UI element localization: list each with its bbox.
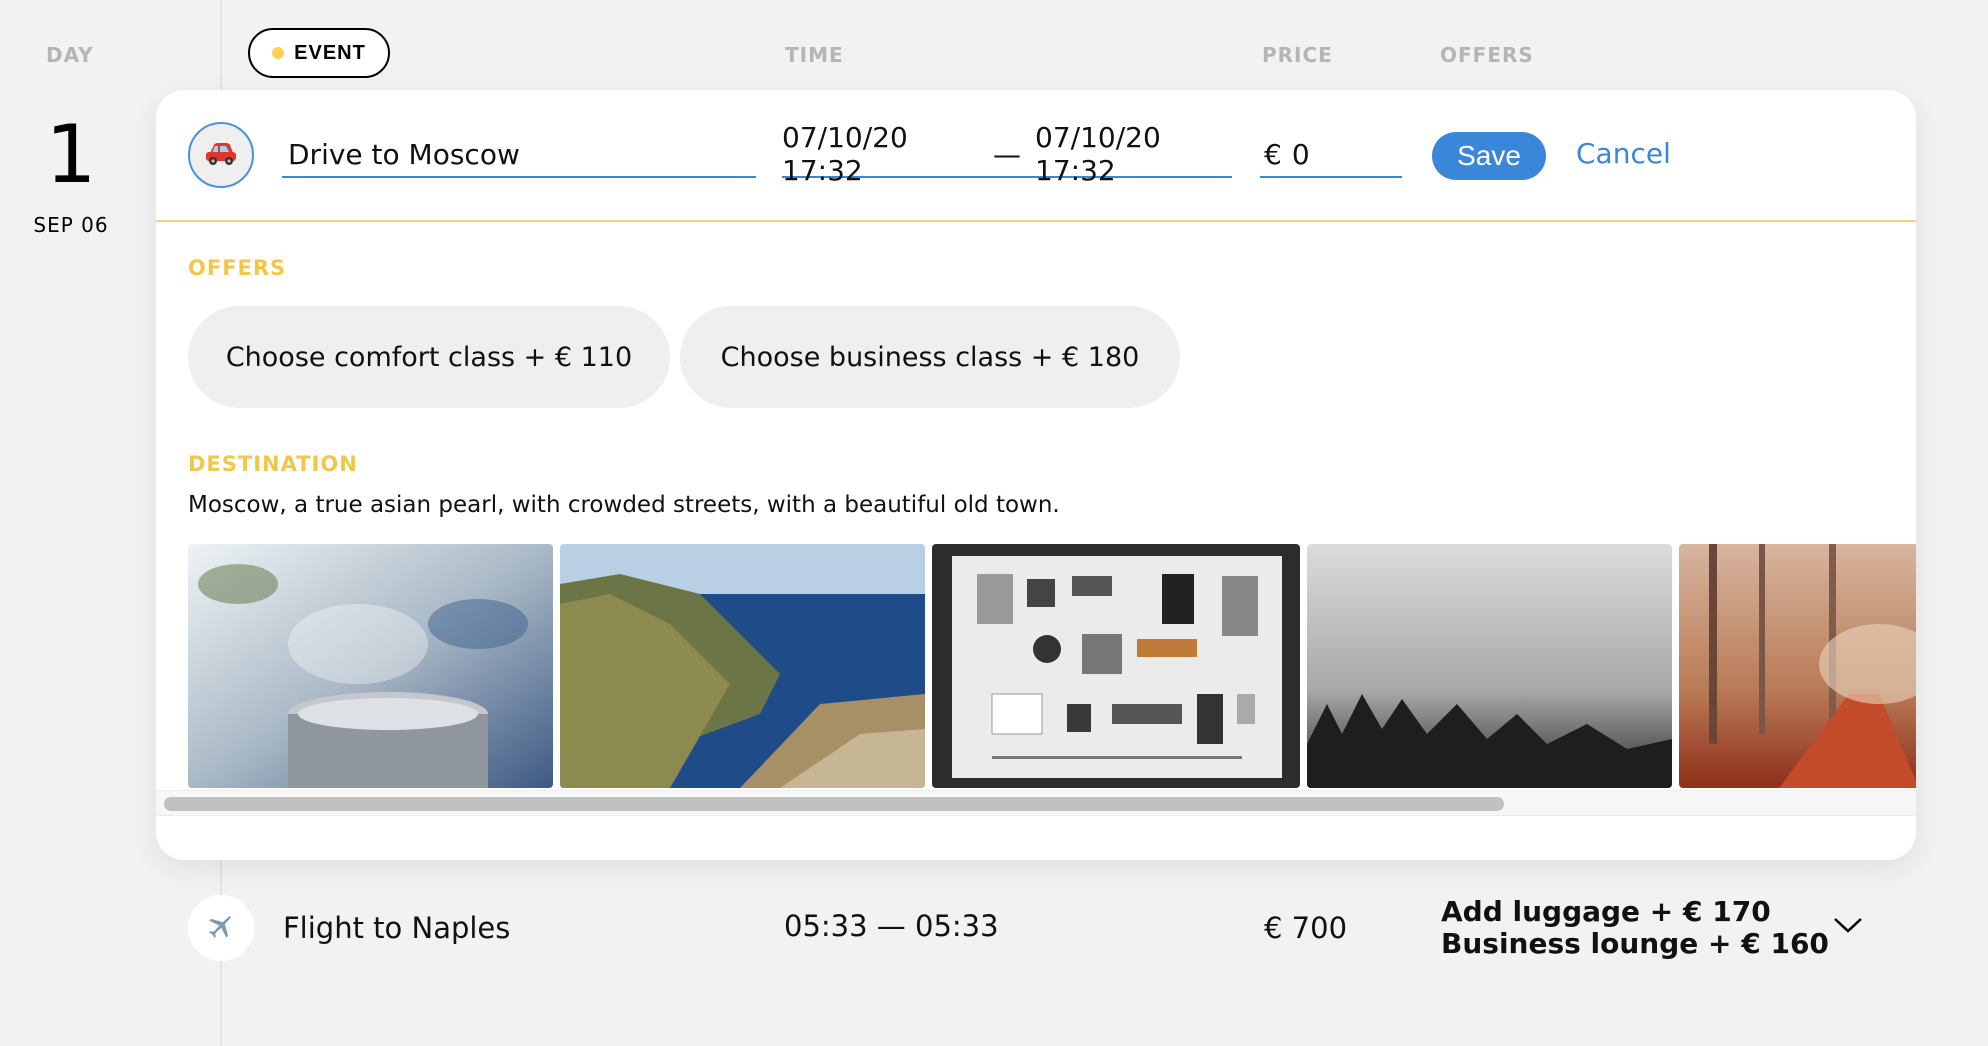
cancel-button[interactable]: Cancel xyxy=(1576,137,1671,170)
destination-input[interactable]: Drive to Moscow xyxy=(282,132,756,178)
airplane-icon xyxy=(206,911,236,945)
event-time: 05:33 — 05:33 xyxy=(784,909,999,943)
price-currency: € xyxy=(1264,137,1282,171)
header-event-label: EVENT xyxy=(294,41,366,64)
header-day: DAY xyxy=(46,43,94,67)
header-offers: OFFERS xyxy=(1440,43,1534,67)
event-type-icon xyxy=(188,895,254,961)
price-input[interactable]: € 0 xyxy=(1260,132,1402,178)
steaming-cup-photo xyxy=(188,544,553,788)
form-divider xyxy=(156,220,1916,222)
autumn-forest-path-photo xyxy=(1679,544,1916,788)
active-dot-icon xyxy=(272,47,285,59)
camera-parts-flatlay-photo xyxy=(932,544,1300,788)
sort-event-button[interactable]: EVENT xyxy=(248,28,390,78)
car-icon xyxy=(204,141,238,170)
chevron-down-icon xyxy=(1833,916,1863,937)
time-separator: — xyxy=(993,137,1021,171)
day-date: SEP 06 xyxy=(33,213,109,237)
event-offer-item: Add luggage + € 170 xyxy=(1441,895,1771,928)
price-value: 0 xyxy=(1291,137,1310,171)
offers-section-title: OFFERS xyxy=(188,256,287,280)
destination-section-title: DESTINATION xyxy=(188,452,358,476)
foggy-forest-photo xyxy=(1307,544,1672,788)
time-range-input[interactable]: 07/10/20 17:32 — 07/10/20 17:32 xyxy=(782,121,1232,187)
end-time-value[interactable]: 07/10/20 17:32 xyxy=(1035,121,1232,187)
header-price[interactable]: PRICE xyxy=(1262,43,1333,67)
start-time-value[interactable]: 07/10/20 17:32 xyxy=(782,121,979,187)
event-edit-form: Drive to Moscow 07/10/20 17:32 — 07/10/2… xyxy=(156,90,1916,860)
destination-description: Moscow, a true asian pearl, with crowded… xyxy=(188,492,1060,518)
offer-chip[interactable]: Choose business class + € 180 xyxy=(680,306,1180,408)
header-time[interactable]: TIME xyxy=(785,43,844,67)
photos-scrollbar-thumb[interactable] xyxy=(164,797,1504,811)
event-title: Flight to Naples xyxy=(283,911,511,945)
event-offer-item: Business lounge + € 160 xyxy=(1441,927,1829,960)
event-offers: Add luggage + € 170 Business lounge + € … xyxy=(1441,896,1829,960)
expand-event-button[interactable] xyxy=(1830,908,1866,944)
destination-value: Drive to Moscow xyxy=(288,137,520,171)
day-number: 1 xyxy=(45,108,97,201)
offer-chip[interactable]: Choose comfort class + € 110 xyxy=(188,306,670,408)
event-price: € 700 xyxy=(1264,911,1348,945)
save-button[interactable]: Save xyxy=(1432,132,1546,180)
sea-cliffs-photo xyxy=(560,544,925,788)
photos-scrollbar[interactable] xyxy=(156,790,1916,816)
event-type-button[interactable] xyxy=(188,122,254,188)
